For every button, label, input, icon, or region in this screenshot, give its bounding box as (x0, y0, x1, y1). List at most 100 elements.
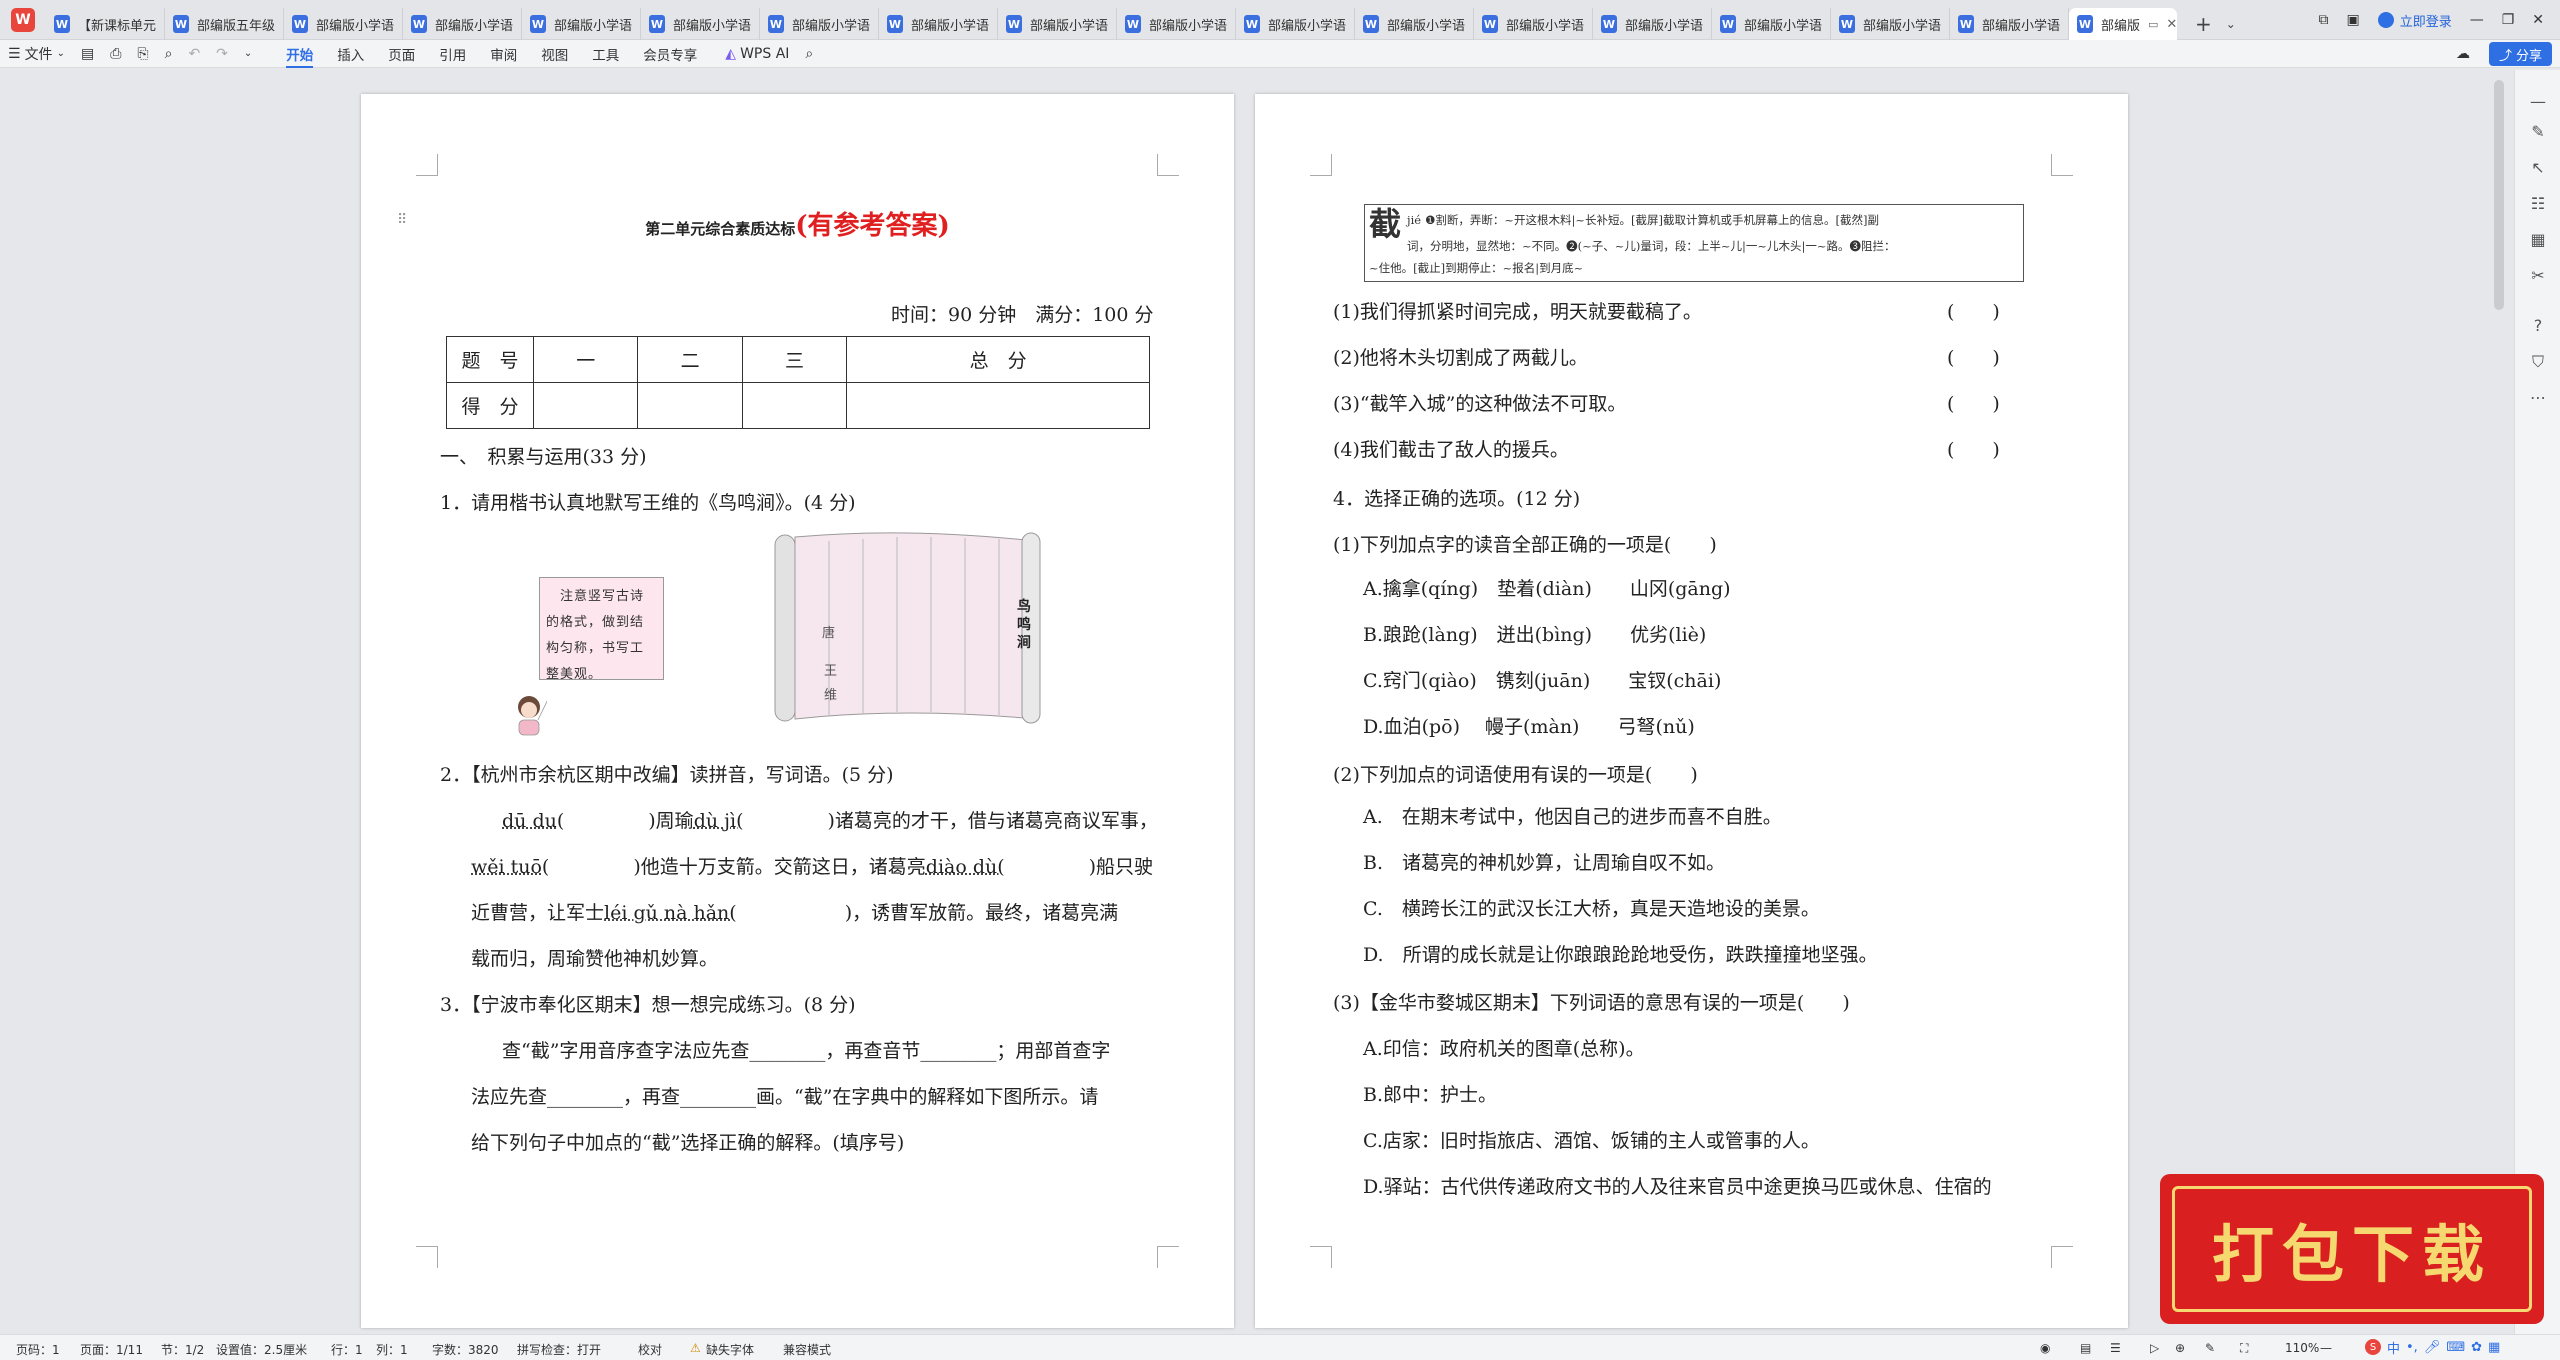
redo-icon[interactable]: ↷ (208, 46, 236, 62)
menu-item[interactable]: 开始 (274, 40, 325, 68)
crop-mark (1310, 1246, 1332, 1268)
tab-document[interactable]: W 部编版小学语 (284, 8, 403, 40)
help-icon[interactable]: ? (2529, 316, 2547, 335)
keyboard-icon[interactable]: ⌨ (2446, 1340, 2465, 1355)
cloud-sync-icon[interactable]: ☁ (2448, 46, 2478, 62)
tab-document[interactable]: W 【新课标单元 (46, 8, 165, 40)
fit-icon[interactable]: ⛶ (2240, 1341, 2248, 1356)
zoom-out-icon[interactable]: — (2320, 1341, 2332, 1355)
table-cell[interactable] (741, 382, 848, 429)
outline-icon[interactable]: ☰ (2110, 1341, 2121, 1355)
table-cell[interactable] (532, 382, 639, 429)
menu-item[interactable]: 审阅 (478, 40, 529, 68)
login-button[interactable]: 立即登录 (2377, 11, 2452, 30)
tab-active[interactable]: W 部编版 ▭ ✕ (2069, 8, 2177, 40)
menu-item[interactable]: 视图 (529, 40, 580, 68)
tab-document[interactable]: W 部编版小学语 (1117, 8, 1236, 40)
tab-document[interactable]: W 部编版小学语 (1236, 8, 1355, 40)
shirt-icon[interactable]: ⛉ (2529, 352, 2547, 371)
status-words[interactable]: 字数：3820 (432, 1341, 499, 1358)
print-icon[interactable]: ⎘ (129, 46, 156, 62)
tab-document[interactable]: W 部编版五年级 (165, 8, 284, 40)
download-banner[interactable]: 打包下载 (2160, 1174, 2544, 1324)
tab-document[interactable]: W 部编版小学语 (1831, 8, 1950, 40)
collapse-icon[interactable]: — (2529, 92, 2547, 111)
save-icon[interactable]: ▤ (73, 46, 102, 62)
restore-icon[interactable]: ❐ (2502, 12, 2515, 28)
settings-icon[interactable]: ☷ (2529, 194, 2547, 213)
answer-blank[interactable]: ( ) (1947, 343, 2000, 370)
status-col[interactable]: 列：1 (376, 1341, 408, 1358)
home-button[interactable]: W (0, 0, 46, 40)
close-tab-icon[interactable]: ✕ (2166, 17, 2177, 32)
tab-document[interactable]: W 部编版小学语 (1474, 8, 1593, 40)
menu-item[interactable]: 引用 (427, 40, 478, 68)
more-chevron-icon[interactable]: ⌄ (236, 48, 260, 59)
tab-document[interactable]: W 部编版小学语 (1355, 8, 1474, 40)
ime-mode[interactable]: 中 (2387, 1338, 2400, 1357)
edit-icon[interactable]: ✎ (2205, 1341, 2215, 1355)
tab-document[interactable]: W 部编版小学语 (760, 8, 879, 40)
eye-icon[interactable]: ◉ (2040, 1341, 2050, 1355)
select-icon[interactable]: ↖ (2529, 158, 2547, 177)
status-spell[interactable]: 拼写检查：打开 (517, 1341, 601, 1358)
tab-document[interactable]: W 部编版小学语 (879, 8, 998, 40)
undo-icon[interactable]: ↶ (180, 46, 208, 62)
more-icon[interactable]: ⋯ (2529, 388, 2547, 407)
play-icon[interactable]: ▷ (2150, 1341, 2159, 1355)
web-icon[interactable]: ⊕ (2175, 1341, 2185, 1355)
answer-blank[interactable]: ( ) (1947, 435, 2000, 462)
cube-icon[interactable]: ▣ (2346, 12, 2359, 28)
share-button[interactable]: ⤴ 分享 (2488, 42, 2552, 66)
skin-icon[interactable]: ✿ (2471, 1340, 2482, 1355)
tab-document[interactable]: W 部编版小学语 (1950, 8, 2069, 40)
tab-document[interactable]: W 部编版小学语 (641, 8, 760, 40)
search-icon[interactable]: ⌕ (797, 46, 821, 62)
status-proof[interactable]: 校对 (638, 1341, 662, 1358)
tab-document[interactable]: W 部编版小学语 (403, 8, 522, 40)
answer-blank[interactable]: ( ) (1947, 389, 2000, 416)
tab-list-icon[interactable]: ⌄ (2226, 17, 2236, 31)
mic-icon[interactable]: 🎤︎ (2424, 1340, 2441, 1355)
tab-document[interactable]: W 部编版小学语 (998, 8, 1117, 40)
punctuation-icon[interactable]: •, (2406, 1340, 2418, 1355)
workspace-icon[interactable]: ⧉ (2318, 12, 2328, 28)
status-pages[interactable]: 页面：1/11 (80, 1341, 143, 1358)
tab-label: 部编版小学语 (1387, 18, 1466, 34)
text: )诸葛亮的才干，借与诸葛亮商议军事， (827, 810, 1158, 832)
export-pdf-icon[interactable]: ⎙ (102, 46, 129, 62)
tab-document[interactable]: W 部编版小学语 (1593, 8, 1712, 40)
pen-icon[interactable]: ✎ (2529, 122, 2547, 141)
print-preview-icon[interactable]: ⌕ (157, 46, 181, 62)
status-page-number[interactable]: 页码：1 (16, 1341, 60, 1358)
status-missing-font[interactable]: 缺失字体 (706, 1341, 754, 1358)
table-cell[interactable] (846, 382, 1150, 429)
status-row[interactable]: 行：1 (331, 1341, 363, 1358)
document-canvas: ⠿ (0, 69, 2560, 1334)
scroll-illustration (774, 532, 1041, 724)
tools-icon[interactable]: ✂ (2529, 266, 2547, 285)
document-icon: W (768, 15, 784, 33)
tab-document[interactable]: W 部编版小学语 (1712, 8, 1831, 40)
wps-ai-button[interactable]: ◭ WPS AI (717, 46, 797, 62)
menu-item[interactable]: 会员专享 (631, 40, 709, 68)
sogou-icon[interactable]: S (2365, 1339, 2381, 1355)
vertical-scrollbar[interactable] (2494, 80, 2504, 310)
zoom-level[interactable]: 110% (2285, 1341, 2319, 1355)
question-4: 4．选择正确的选项。(12 分) (1333, 488, 1581, 510)
tab-document[interactable]: W 部编版小学语 (522, 8, 641, 40)
file-menu[interactable]: ☰ 文件 ⌄ (0, 44, 73, 64)
menu-item[interactable]: 工具 (580, 40, 631, 68)
minimize-icon[interactable]: — (2470, 12, 2484, 28)
answer-blank[interactable]: ( ) (1947, 297, 2000, 324)
table-cell[interactable] (637, 382, 743, 429)
menu-item[interactable]: 页面 (376, 40, 427, 68)
page-view-icon[interactable]: ▤ (2080, 1341, 2091, 1355)
grid-icon[interactable]: ▦ (2488, 1340, 2500, 1355)
status-setting[interactable]: 设置值：2.5厘米 (216, 1341, 307, 1358)
close-icon[interactable]: ✕ (2532, 12, 2544, 28)
image-icon[interactable]: ▦ (2529, 230, 2547, 249)
menu-item[interactable]: 插入 (325, 40, 376, 68)
status-section[interactable]: 节：1/2 (161, 1341, 204, 1358)
new-tab-icon[interactable]: + (2195, 12, 2212, 36)
